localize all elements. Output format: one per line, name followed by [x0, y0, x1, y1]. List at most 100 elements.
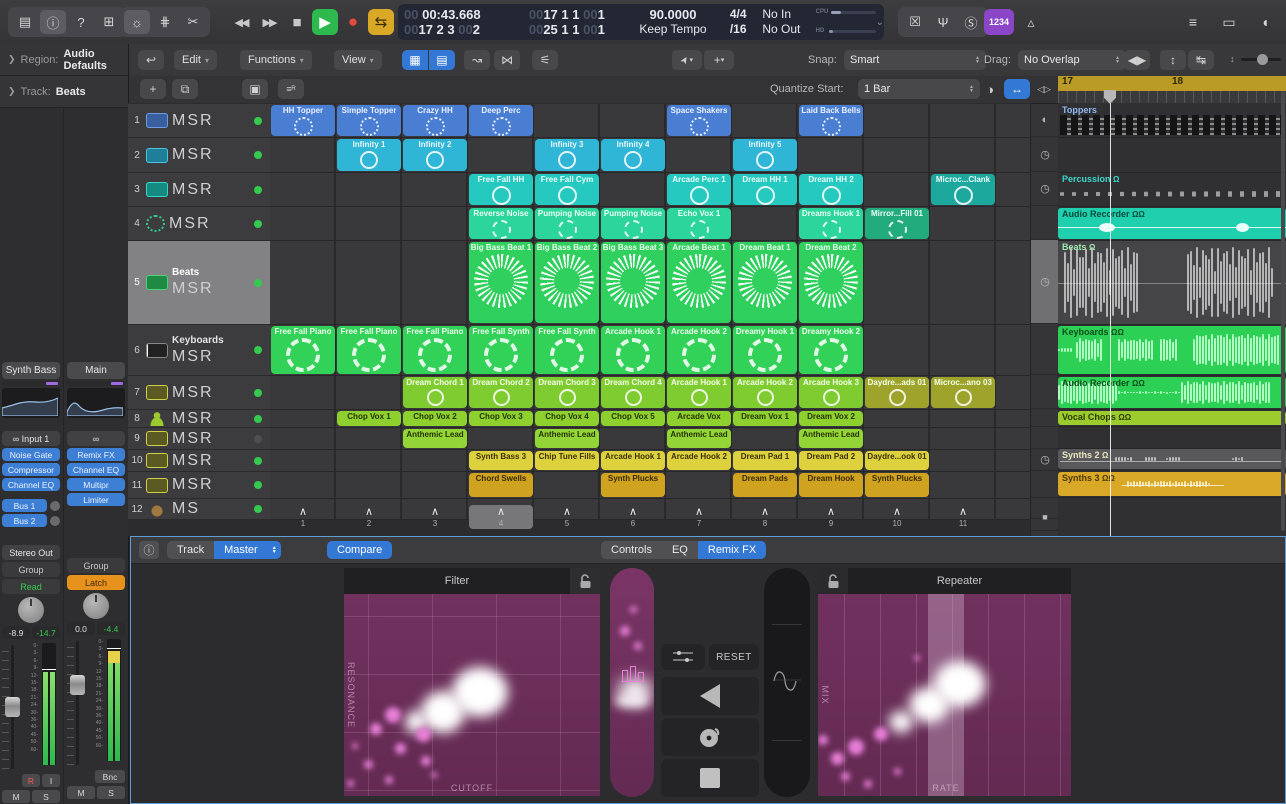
lane-play-indicator[interactable]	[1031, 427, 1059, 449]
inspector-icon[interactable]: ⓘ	[40, 10, 66, 34]
back-button[interactable]: ↩	[138, 50, 164, 70]
scene-trigger-9[interactable]: ∧9	[799, 505, 863, 529]
plugin-slot-channel-eq[interactable]: Channel EQ	[2, 478, 60, 491]
media-browser-icon[interactable]: ▤	[12, 10, 38, 34]
cell-dream-vox-2[interactable]: Dream Vox 2	[799, 411, 863, 426]
scene-trigger-10[interactable]: ∧10	[865, 505, 929, 529]
dim-icon[interactable]: ☼	[124, 10, 150, 34]
track-header-Beats[interactable]: 5BeatsMSR	[128, 241, 270, 325]
plugin-info-button[interactable]: ⓘ	[139, 541, 159, 559]
lane-toppers[interactable]: Toppers	[1058, 104, 1286, 138]
plugin-slot-compressor[interactable]: Compressor	[2, 463, 60, 476]
cell-dreamy-hook-1[interactable]: Dreamy Hook 1	[733, 326, 797, 374]
cell-dream-beat-1[interactable]: Dream Beat 1	[733, 242, 797, 323]
cell-infinity-3[interactable]: Infinity 3	[535, 139, 599, 171]
cut-icon[interactable]: ✂	[180, 10, 206, 34]
cell-infinity-1[interactable]: Infinity 1	[337, 139, 401, 171]
mute-button[interactable]: M	[172, 112, 185, 130]
plugin-slot-channel-eq[interactable]: Channel EQ	[67, 463, 125, 476]
solo-button[interactable]: S	[187, 452, 198, 470]
cell-dreamy-hook-2[interactable]: Dreamy Hook 2	[799, 326, 863, 374]
group-slot[interactable]: Group	[67, 558, 125, 573]
input-slot[interactable]: ∞ Input 1	[2, 431, 60, 446]
cell-dream-beat-2[interactable]: Dream Beat 2	[799, 242, 863, 323]
send-slot-bus-2[interactable]: Bus 2	[2, 514, 47, 527]
track-header-7[interactable]: 7MSR	[128, 376, 270, 410]
solo-button[interactable]: S	[187, 146, 198, 164]
mute-button[interactable]: M	[172, 181, 185, 199]
track-header-1[interactable]: 1MSR	[128, 104, 270, 138]
cell-chop-vox-5[interactable]: Chop Vox 5	[601, 411, 665, 426]
metronome-button[interactable]: ▵	[1018, 9, 1044, 35]
fx-stop-button[interactable]	[661, 759, 759, 797]
vertical-auto-zoom-button[interactable]: ↕	[1160, 50, 1186, 70]
track-header-8[interactable]: 8MSR	[128, 410, 270, 428]
track-header-3[interactable]: 3MSR	[128, 173, 270, 207]
solo-button[interactable]: S	[187, 280, 198, 298]
eq-thumbnail[interactable]	[67, 388, 125, 418]
row-config-button[interactable]: ≡ᴿ	[278, 79, 304, 99]
compare-button[interactable]: Compare	[327, 541, 392, 559]
cell-chord-swells[interactable]: Chord Swells	[469, 473, 533, 497]
cycle-button[interactable]: ⇆	[368, 9, 394, 35]
tab-eq[interactable]: EQ	[662, 541, 698, 559]
lane-play-indicator[interactable]	[1031, 409, 1059, 427]
pan-knob[interactable]	[83, 593, 109, 619]
bounce-button[interactable]: Bnc	[95, 770, 125, 783]
cell-arcade-vox[interactable]: Arcade Vox	[667, 411, 731, 426]
cell-echo-vox-1[interactable]: Echo Vox 1	[667, 208, 731, 239]
cell-chop-vox-3[interactable]: Chop Vox 3	[469, 411, 533, 426]
cell-dream-pad-1[interactable]: Dream Pad 1	[733, 451, 797, 470]
plugin-slot-multipr[interactable]: Multipr	[67, 478, 125, 491]
track-segment-button[interactable]: Track	[167, 541, 214, 559]
cell-arcade-hook-1[interactable]: Arcade Hook 1	[667, 377, 731, 408]
cell-chip-tune-fills[interactable]: Chip Tune Fills	[535, 451, 599, 470]
cell-synth-bass-3[interactable]: Synth Bass 3	[469, 451, 533, 470]
cell-dream-hh-1[interactable]: Dream HH 1	[733, 174, 797, 205]
cell-chop-vox-2[interactable]: Chop Vox 2	[403, 411, 467, 426]
scene-trigger-5[interactable]: ∧5	[535, 505, 599, 529]
track-header-9[interactable]: 9MSR	[128, 428, 270, 450]
scene-trigger-2[interactable]: ∧2	[337, 505, 401, 529]
cell-daydre-ook-01[interactable]: Daydre...ook 01	[865, 451, 929, 470]
cell-big-bass-beat-2[interactable]: Big Bass Beat 2	[535, 242, 599, 323]
waveform-zoom-button[interactable]: ◀▶	[1124, 50, 1150, 70]
input-slot[interactable]: ∞	[67, 431, 125, 446]
mute-button[interactable]: M	[172, 476, 185, 494]
mixer-icon[interactable]: ⋕	[152, 10, 178, 34]
region[interactable]: Vocal Chops ΩΩ	[1058, 411, 1286, 425]
cell-infinity-2[interactable]: Infinity 2	[403, 139, 467, 171]
fader-handle[interactable]	[70, 675, 85, 695]
track-header-4[interactable]: 4MSR	[128, 207, 270, 241]
count-in-button[interactable]: 1234	[984, 9, 1014, 35]
solo-button[interactable]: S	[187, 476, 198, 494]
cell-free-fall-piano[interactable]: Free Fall Piano	[337, 326, 401, 374]
solo-button[interactable]: S	[184, 215, 195, 233]
vertical-scrollbar[interactable]	[1281, 91, 1285, 531]
region[interactable]: Keyboards ΩΩ	[1058, 326, 1286, 374]
cell-dream-chord-1[interactable]: Dream Chord 1	[403, 377, 467, 408]
cell-free-fall-cym[interactable]: Free Fall Cym	[535, 174, 599, 205]
cell-anthemic-lead[interactable]: Anthemic Lead	[799, 429, 863, 448]
cell-edit-button[interactable]: ▣	[242, 79, 268, 99]
reset-button[interactable]: RESET	[709, 644, 759, 670]
lane-play-indicator[interactable]: ◷	[1031, 449, 1059, 471]
record-enable-button[interactable]: R	[200, 384, 212, 402]
strip-name[interactable]: Main	[67, 362, 125, 379]
region[interactable]: Synths 2 Ω	[1058, 449, 1286, 469]
scene-trigger-7[interactable]: ∧7	[667, 505, 731, 529]
solo-button[interactable]: S	[187, 112, 198, 130]
track-header-12[interactable]: 12MS	[128, 499, 270, 520]
stop-button[interactable]: ■	[284, 9, 310, 35]
grid-view-button[interactable]: ▦	[402, 50, 428, 70]
volume-value[interactable]: 0.0	[67, 622, 95, 635]
cell-infinity-4[interactable]: Infinity 4	[601, 139, 665, 171]
cell-arcade-hook-2[interactable]: Arcade Hook 2	[667, 326, 731, 374]
solo-button[interactable]: S	[187, 410, 198, 428]
mute-button[interactable]: M	[172, 500, 185, 518]
stop-all-button[interactable]: ■	[1031, 504, 1059, 531]
repeater-xy-pad[interactable]: MIX RATE	[818, 594, 1071, 796]
tuner-icon[interactable]: Ψ	[930, 10, 956, 34]
solo-icon[interactable]: Ⓢ	[958, 10, 984, 34]
solo-button[interactable]: S	[187, 348, 198, 366]
